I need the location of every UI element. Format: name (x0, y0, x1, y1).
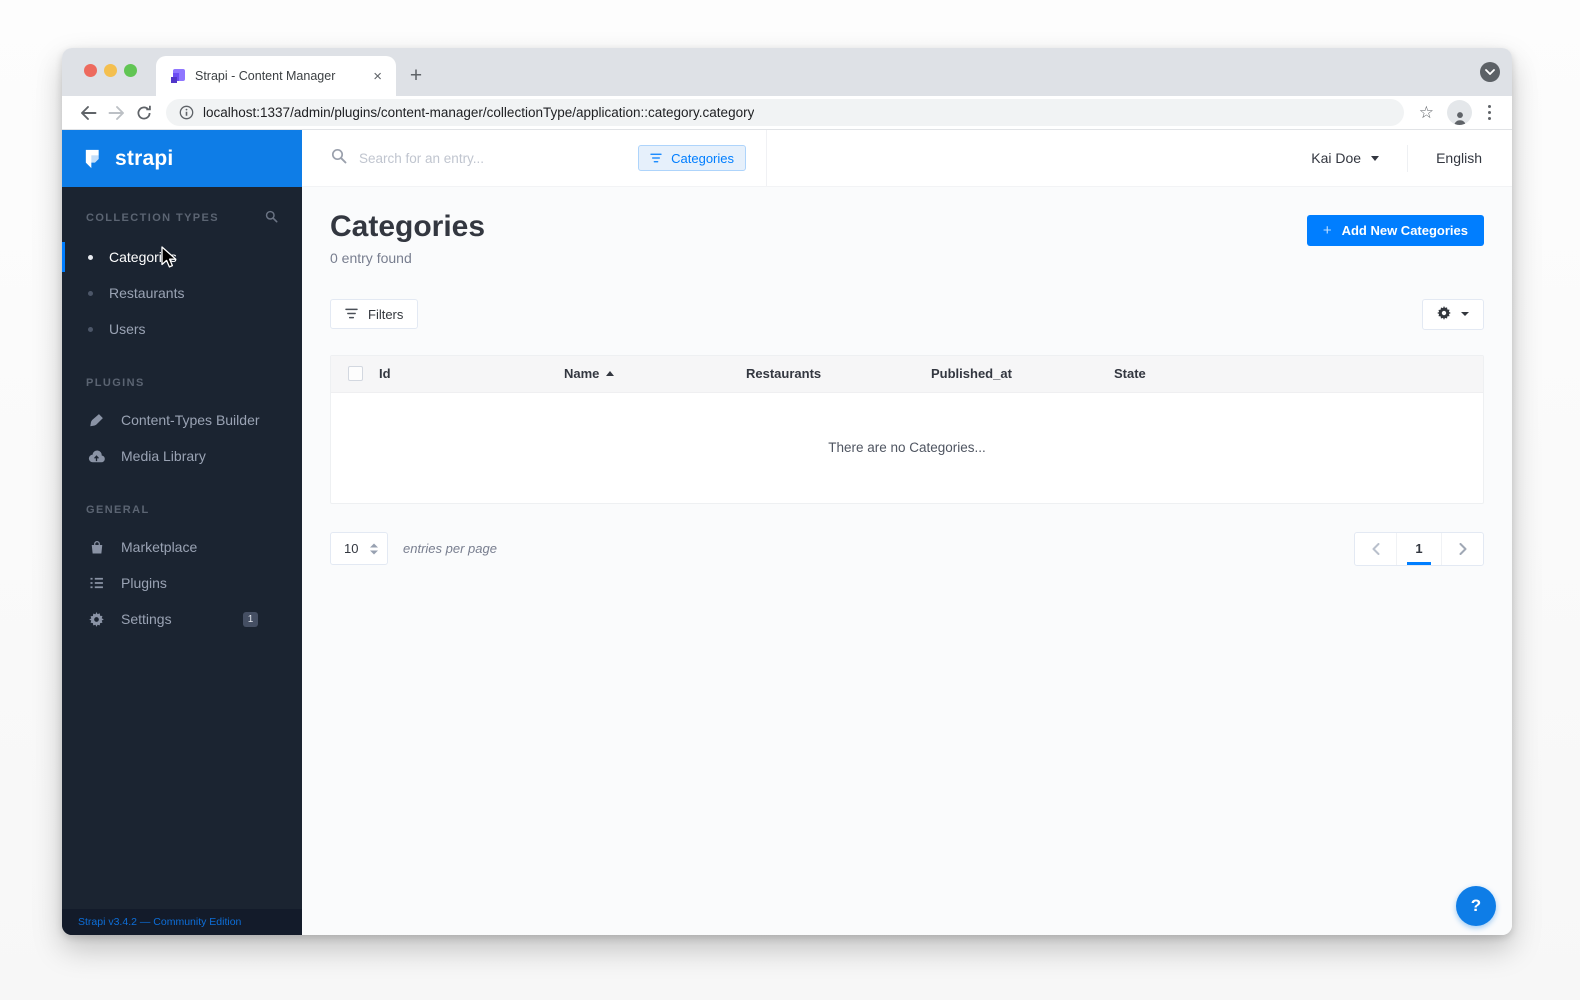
cloud-upload-icon (88, 449, 105, 463)
tab-title: Strapi - Content Manager (195, 69, 336, 83)
table-header: Id Name Restaurants Published_at State (331, 355, 1483, 393)
collection-types-list: Categories Restaurants Users (62, 239, 302, 347)
app-version[interactable]: Strapi v3.4.2 — Community Edition (62, 909, 302, 935)
back-icon[interactable] (74, 99, 102, 127)
table-body: There are no Categories... (331, 393, 1483, 503)
main-panel: Categories 0 entry found + Add New Categ… (302, 187, 1512, 935)
sidebar: strapi COLLECTION TYPES Categories Resta… (62, 130, 302, 935)
bullet-icon (88, 326, 93, 332)
strapi-logo-icon (85, 149, 99, 168)
per-page-label: entries per page (403, 541, 497, 556)
settings-badge: 1 (243, 611, 258, 627)
entry-count: 0 entry found (330, 249, 412, 266)
tab-close-icon[interactable]: × (369, 67, 386, 86)
minimize-window-button[interactable] (104, 64, 117, 77)
window-controls (84, 64, 137, 77)
gear-icon (88, 611, 105, 627)
browser-toolbar: localhost:1337/admin/plugins/content-man… (62, 96, 1512, 130)
table-settings-button[interactable] (1422, 298, 1484, 330)
section-general: GENERAL (86, 504, 150, 516)
brand-name: strapi (115, 146, 174, 170)
filter-icon (650, 153, 662, 163)
browser-menu-icon[interactable] (1478, 101, 1500, 124)
filter-icon (345, 307, 358, 322)
help-button[interactable]: ? (1456, 886, 1496, 926)
sidebar-item-media-library[interactable]: Media Library (62, 438, 302, 474)
address-bar[interactable]: localhost:1337/admin/plugins/content-man… (166, 99, 1404, 126)
column-header-state[interactable]: State (1114, 366, 1146, 381)
sidebar-item-plugins[interactable]: Plugins (62, 565, 302, 601)
sidebar-item-users[interactable]: Users (62, 311, 302, 347)
sort-asc-icon (606, 371, 615, 376)
section-plugins: PLUGINS (86, 377, 145, 389)
per-page-select[interactable]: 10 (330, 532, 388, 565)
next-page-button[interactable] (1441, 532, 1483, 565)
column-header-id[interactable]: Id (379, 366, 564, 381)
per-page-control: 10 entries per page (330, 532, 497, 565)
column-header-restaurants[interactable]: Restaurants (746, 366, 931, 381)
url-text: localhost:1337/admin/plugins/content-man… (203, 105, 755, 120)
entries-table: Id Name Restaurants Published_at State T… (330, 354, 1484, 504)
filters-button[interactable]: Filters (330, 299, 419, 329)
paintbrush-icon (88, 413, 105, 428)
sidebar-item-categories[interactable]: Categories (62, 239, 302, 275)
sidebar-nav: COLLECTION TYPES Categories Restaurants (62, 187, 302, 909)
shopping-bag-icon (88, 540, 105, 555)
browser-tab[interactable]: Strapi - Content Manager × (156, 56, 396, 96)
browser-profile-avatar[interactable] (1447, 100, 1472, 125)
user-menu[interactable]: Kai Doe (1311, 150, 1361, 166)
language-selector[interactable]: English (1436, 150, 1482, 166)
desktop: Strapi - Content Manager × + localhost:1… (0, 0, 1580, 1000)
previous-page-button[interactable] (1355, 532, 1397, 565)
content-area: Categories Kai Doe English Categori (302, 130, 1512, 935)
strapi-logo[interactable]: strapi (62, 130, 302, 187)
search-bar: Categories (302, 130, 767, 186)
bullet-icon (88, 290, 93, 296)
list-icon (88, 577, 105, 589)
bullet-icon (88, 254, 93, 260)
close-window-button[interactable] (84, 64, 97, 77)
app-header: Categories Kai Doe English (302, 130, 1512, 187)
strapi-app: strapi COLLECTION TYPES Categories Resta… (62, 130, 1512, 935)
active-page-indicator (1407, 561, 1431, 565)
page-number-button[interactable]: 1 (1397, 533, 1441, 565)
plugins-list: Content-Types Builder Media Library (62, 402, 302, 474)
sidebar-item-restaurants[interactable]: Restaurants (62, 275, 302, 311)
collection-filter-chip[interactable]: Categories (638, 145, 746, 171)
strapi-favicon (171, 69, 185, 83)
user-zone: Kai Doe English (1311, 144, 1512, 172)
general-list: Marketplace Plugins Settings 1 (62, 529, 302, 637)
sidebar-item-marketplace[interactable]: Marketplace (62, 529, 302, 565)
sidebar-item-settings[interactable]: Settings 1 (62, 601, 302, 637)
chevron-down-icon (1461, 312, 1469, 316)
reload-icon[interactable] (130, 99, 158, 127)
browser-window: Strapi - Content Manager × + localhost:1… (62, 48, 1512, 935)
fullscreen-window-button[interactable] (124, 64, 137, 77)
section-collection-types: COLLECTION TYPES (62, 210, 302, 226)
bookmark-star-icon[interactable]: ☆ (1412, 103, 1441, 123)
empty-state-text: There are no Categories... (828, 440, 986, 455)
select-all-checkbox[interactable] (347, 366, 363, 381)
pagination-row: 10 entries per page 1 (330, 531, 1484, 566)
browser-controls-icon[interactable] (1480, 62, 1500, 82)
browser-tabstrip: Strapi - Content Manager × + (62, 48, 1512, 96)
forward-icon[interactable] (102, 99, 130, 127)
gear-icon (1437, 305, 1451, 323)
column-header-name[interactable]: Name (564, 366, 746, 381)
search-icon (331, 148, 347, 169)
title-row: Categories 0 entry found + Add New Categ… (330, 211, 1484, 266)
stepper-icon (370, 543, 378, 554)
plus-icon: + (1322, 222, 1332, 239)
search-input[interactable] (359, 150, 627, 166)
sidebar-item-content-types-builder[interactable]: Content-Types Builder (62, 402, 302, 438)
page-title: Categories (330, 210, 486, 243)
new-tab-button[interactable]: + (402, 62, 430, 90)
pagination-control: 1 (1354, 531, 1484, 566)
filters-row: Filters (330, 298, 1484, 330)
column-header-published-at[interactable]: Published_at (931, 366, 1114, 381)
add-new-categories-button[interactable]: + Add New Categories (1306, 215, 1484, 246)
site-info-icon[interactable] (179, 105, 194, 120)
chevron-down-icon[interactable] (1371, 155, 1380, 161)
collection-search-icon[interactable] (265, 210, 278, 226)
